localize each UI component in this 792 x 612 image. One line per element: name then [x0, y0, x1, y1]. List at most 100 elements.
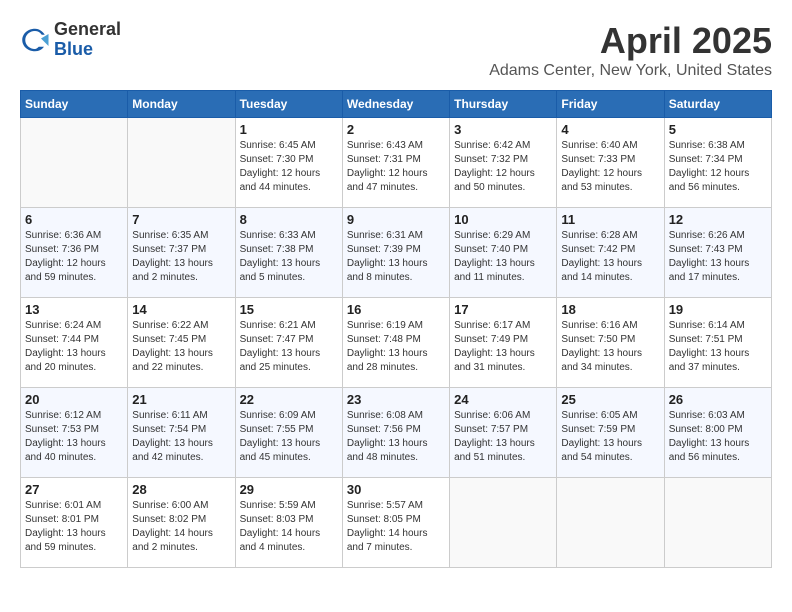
calendar-cell: 17 Sunrise: 6:17 AM Sunset: 7:49 PM Dayli…	[450, 298, 557, 388]
logo-blue-text: Blue	[54, 40, 121, 60]
calendar-cell	[128, 118, 235, 208]
logo: General Blue	[20, 20, 121, 60]
calendar-cell: 15 Sunrise: 6:21 AM Sunset: 7:47 PM Dayli…	[235, 298, 342, 388]
calendar-cell: 20 Sunrise: 6:12 AM Sunset: 7:53 PM Dayli…	[21, 388, 128, 478]
week-row-4: 20 Sunrise: 6:12 AM Sunset: 7:53 PM Dayli…	[21, 388, 772, 478]
day-number: 2	[347, 122, 445, 137]
day-info: Sunrise: 5:59 AM Sunset: 8:03 PM Dayligh…	[240, 499, 338, 555]
weekday-header-saturday: Saturday	[664, 91, 771, 118]
calendar-cell: 26 Sunrise: 6:03 AM Sunset: 8:00 PM Dayli…	[664, 388, 771, 478]
logo-general-text: General	[54, 20, 121, 40]
location-title: Adams Center, New York, United States	[489, 62, 772, 80]
day-number: 7	[132, 212, 230, 227]
day-info: Sunrise: 6:35 AM Sunset: 7:37 PM Dayligh…	[132, 229, 230, 285]
day-number: 13	[25, 302, 123, 317]
day-info: Sunrise: 6:26 AM Sunset: 7:43 PM Dayligh…	[669, 229, 767, 285]
day-info: Sunrise: 6:14 AM Sunset: 7:51 PM Dayligh…	[669, 319, 767, 375]
calendar-cell	[664, 478, 771, 568]
day-number: 16	[347, 302, 445, 317]
calendar-cell: 11 Sunrise: 6:28 AM Sunset: 7:42 PM Dayli…	[557, 208, 664, 298]
calendar-cell: 24Sunrise: 6:06 AM Sunset: 7:57 PM Dayli…	[450, 388, 557, 478]
calendar-cell: 25Sunrise: 6:05 AM Sunset: 7:59 PM Dayli…	[557, 388, 664, 478]
day-info: Sunrise: 6:17 AM Sunset: 7:49 PM Dayligh…	[454, 319, 552, 375]
day-info: Sunrise: 6:31 AM Sunset: 7:39 PM Dayligh…	[347, 229, 445, 285]
day-info: Sunrise: 6:00 AM Sunset: 8:02 PM Dayligh…	[132, 499, 230, 555]
calendar-cell: 1Sunrise: 6:45 AM Sunset: 7:30 PM Daylig…	[235, 118, 342, 208]
calendar-cell	[557, 478, 664, 568]
day-info: Sunrise: 6:03 AM Sunset: 8:00 PM Dayligh…	[669, 409, 767, 465]
day-number: 1	[240, 122, 338, 137]
calendar-cell: 7 Sunrise: 6:35 AM Sunset: 7:37 PM Daylig…	[128, 208, 235, 298]
day-number: 17	[454, 302, 552, 317]
day-info: Sunrise: 6:21 AM Sunset: 7:47 PM Dayligh…	[240, 319, 338, 375]
day-number: 23	[347, 392, 445, 407]
weekday-header-monday: Monday	[128, 91, 235, 118]
day-number: 20	[25, 392, 123, 407]
calendar-cell: 29 Sunrise: 5:59 AM Sunset: 8:03 PM Dayli…	[235, 478, 342, 568]
calendar-cell: 10 Sunrise: 6:29 AM Sunset: 7:40 PM Dayli…	[450, 208, 557, 298]
day-number: 18	[561, 302, 659, 317]
logo-text: General Blue	[54, 20, 121, 60]
calendar-cell: 18 Sunrise: 6:16 AM Sunset: 7:50 PM Dayli…	[557, 298, 664, 388]
calendar-cell: 6Sunrise: 6:36 AM Sunset: 7:36 PM Daylig…	[21, 208, 128, 298]
day-number: 4	[561, 122, 659, 137]
calendar-cell: 8 Sunrise: 6:33 AM Sunset: 7:38 PM Daylig…	[235, 208, 342, 298]
day-number: 9	[347, 212, 445, 227]
day-number: 12	[669, 212, 767, 227]
day-number: 27	[25, 482, 123, 497]
week-row-2: 6Sunrise: 6:36 AM Sunset: 7:36 PM Daylig…	[21, 208, 772, 298]
week-row-3: 13 Sunrise: 6:24 AM Sunset: 7:44 PM Dayli…	[21, 298, 772, 388]
day-info: Sunrise: 6:38 AM Sunset: 7:34 PM Dayligh…	[669, 139, 767, 195]
weekday-header-wednesday: Wednesday	[342, 91, 449, 118]
day-info: Sunrise: 6:24 AM Sunset: 7:44 PM Dayligh…	[25, 319, 123, 375]
day-info: Sunrise: 6:16 AM Sunset: 7:50 PM Dayligh…	[561, 319, 659, 375]
calendar-cell: 19Sunrise: 6:14 AM Sunset: 7:51 PM Dayli…	[664, 298, 771, 388]
day-info: Sunrise: 6:28 AM Sunset: 7:42 PM Dayligh…	[561, 229, 659, 285]
day-number: 29	[240, 482, 338, 497]
day-number: 10	[454, 212, 552, 227]
title-area: April 2025 Adams Center, New York, Unite…	[489, 20, 772, 80]
day-info: Sunrise: 6:09 AM Sunset: 7:55 PM Dayligh…	[240, 409, 338, 465]
weekday-header-friday: Friday	[557, 91, 664, 118]
day-number: 14	[132, 302, 230, 317]
calendar-cell: 23 Sunrise: 6:08 AM Sunset: 7:56 PM Dayli…	[342, 388, 449, 478]
day-info: Sunrise: 6:12 AM Sunset: 7:53 PM Dayligh…	[25, 409, 123, 465]
day-number: 6	[25, 212, 123, 227]
calendar-table: SundayMondayTuesdayWednesdayThursdayFrid…	[20, 90, 772, 568]
day-info: Sunrise: 6:05 AM Sunset: 7:59 PM Dayligh…	[561, 409, 659, 465]
day-info: Sunrise: 6:43 AM Sunset: 7:31 PM Dayligh…	[347, 139, 445, 195]
day-number: 3	[454, 122, 552, 137]
day-info: Sunrise: 6:29 AM Sunset: 7:40 PM Dayligh…	[454, 229, 552, 285]
weekday-header-thursday: Thursday	[450, 91, 557, 118]
day-number: 8	[240, 212, 338, 227]
weekday-header-tuesday: Tuesday	[235, 91, 342, 118]
day-info: Sunrise: 6:22 AM Sunset: 7:45 PM Dayligh…	[132, 319, 230, 375]
logo-icon	[20, 25, 50, 55]
day-number: 26	[669, 392, 767, 407]
calendar-cell: 5Sunrise: 6:38 AM Sunset: 7:34 PM Daylig…	[664, 118, 771, 208]
day-number: 11	[561, 212, 659, 227]
day-info: Sunrise: 6:08 AM Sunset: 7:56 PM Dayligh…	[347, 409, 445, 465]
day-number: 28	[132, 482, 230, 497]
week-row-1: 1Sunrise: 6:45 AM Sunset: 7:30 PM Daylig…	[21, 118, 772, 208]
day-info: Sunrise: 6:33 AM Sunset: 7:38 PM Dayligh…	[240, 229, 338, 285]
day-info: Sunrise: 6:11 AM Sunset: 7:54 PM Dayligh…	[132, 409, 230, 465]
calendar-cell: 3Sunrise: 6:42 AM Sunset: 7:32 PM Daylig…	[450, 118, 557, 208]
weekday-header-sunday: Sunday	[21, 91, 128, 118]
week-row-5: 27 Sunrise: 6:01 AM Sunset: 8:01 PM Dayli…	[21, 478, 772, 568]
calendar-cell: 21 Sunrise: 6:11 AM Sunset: 7:54 PM Dayli…	[128, 388, 235, 478]
calendar-cell: 4Sunrise: 6:40 AM Sunset: 7:33 PM Daylig…	[557, 118, 664, 208]
day-info: Sunrise: 6:19 AM Sunset: 7:48 PM Dayligh…	[347, 319, 445, 375]
calendar-cell: 2 Sunrise: 6:43 AM Sunset: 7:31 PM Daylig…	[342, 118, 449, 208]
day-number: 15	[240, 302, 338, 317]
calendar-cell: 14 Sunrise: 6:22 AM Sunset: 7:45 PM Dayli…	[128, 298, 235, 388]
day-number: 30	[347, 482, 445, 497]
calendar-cell: 12 Sunrise: 6:26 AM Sunset: 7:43 PM Dayli…	[664, 208, 771, 298]
calendar-cell: 22 Sunrise: 6:09 AM Sunset: 7:55 PM Dayli…	[235, 388, 342, 478]
calendar-cell: 27 Sunrise: 6:01 AM Sunset: 8:01 PM Dayli…	[21, 478, 128, 568]
day-info: Sunrise: 6:01 AM Sunset: 8:01 PM Dayligh…	[25, 499, 123, 555]
calendar-cell: 13 Sunrise: 6:24 AM Sunset: 7:44 PM Dayli…	[21, 298, 128, 388]
calendar-cell	[21, 118, 128, 208]
day-number: 22	[240, 392, 338, 407]
day-number: 21	[132, 392, 230, 407]
